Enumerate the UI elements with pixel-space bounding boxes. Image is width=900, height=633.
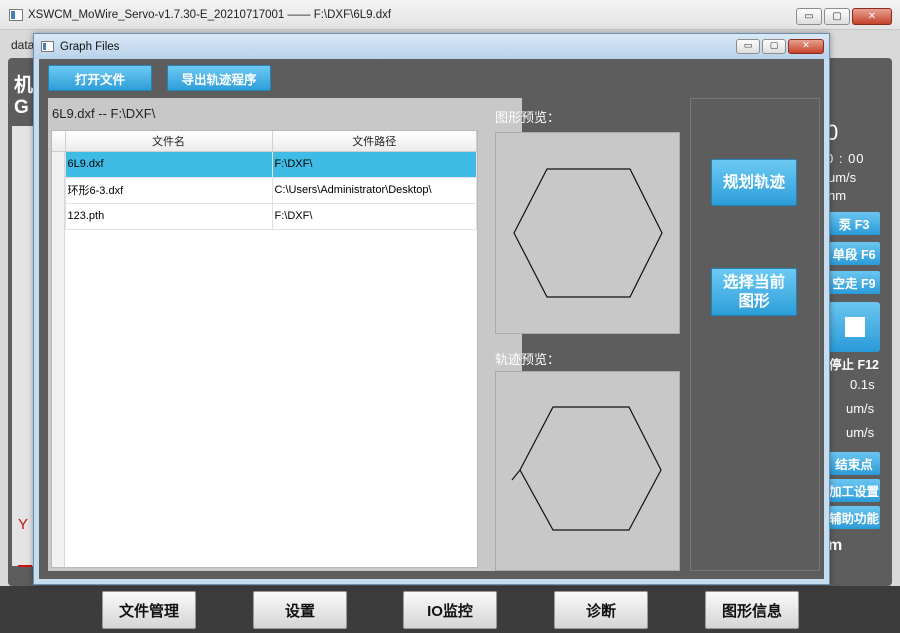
diagnostics-button[interactable]: 诊断 [554,591,648,629]
column-header-filename[interactable]: 文件名 [65,131,273,152]
close-button[interactable]: ✕ [852,8,892,25]
select-current-shape-button[interactable]: 选择当前 图形 [711,268,797,316]
plan-trajectory-button[interactable]: 规划轨迹 [711,159,797,206]
y-axis-label: Y [18,516,29,533]
stop-icon [845,317,865,337]
hexagon-trajectory-icon [511,406,662,531]
unit-label-1: um/s [828,170,857,185]
dialog-app-icon [41,41,54,52]
end-point-button[interactable]: 结束点 [828,452,880,475]
dialog-titlebar: Graph Files ▭ ▢ ✕ [34,34,829,59]
unit-label-2: nm [828,188,847,203]
select-current-shape-line2: 图形 [738,293,770,310]
select-current-shape-line1: 选择当前 [722,273,785,291]
aux-functions-button[interactable]: 辅助功能 [828,506,880,529]
red-marker-line [18,565,32,567]
table-row[interactable]: 3 123.pth F:\DXF\ [52,203,477,230]
current-file-path: 6L9.dxf -- F:\DXF\ [52,106,156,121]
dialog-body: 打开文件 导出轨迹程序 6L9.dxf -- F:\DXF\ 文件名 文件路径 [39,59,824,579]
main-window-title: XSWCM_MoWire_Servo-v1.7.30-E_20210717001… [28,9,392,21]
machining-settings-button[interactable]: 加工设置 [828,479,880,502]
file-management-button[interactable]: 文件管理 [102,591,196,629]
file-path-cell[interactable]: F:\DXF\ [272,203,477,230]
file-path-cell[interactable]: C:\Users\Administrator\Desktop\ [272,177,477,204]
app-icon [9,9,23,21]
single-step-f6-button[interactable]: 单段 F6 [828,242,880,265]
file-table: 文件名 文件路径 1 6L9.dxf F:\DXF\ 2 环形6-3.dxf [52,131,477,230]
file-list-panel: 6L9.dxf -- F:\DXF\ 文件名 文件路径 1 [48,98,522,571]
graph-files-dialog: Graph Files ▭ ▢ ✕ 打开文件 导出轨迹程序 6L9.dxf --… [33,33,830,585]
speed-unit-1: um/s [846,401,875,416]
shape-preview-label: 图形预览： [495,110,561,125]
file-name-cell[interactable]: 环形6-3.dxf [65,177,273,204]
open-file-button[interactable]: 打开文件 [48,65,152,91]
shape-preview-canvas [495,132,680,334]
trajectory-preview-canvas [495,371,680,571]
corner-header [52,131,66,152]
file-table-container[interactable]: 文件名 文件路径 1 6L9.dxf F:\DXF\ 2 环形6-3.dxf [51,130,478,568]
data-label: data [11,38,35,52]
export-trajectory-program-button[interactable]: 导出轨迹程序 [167,65,271,91]
dialog-title: Graph Files [60,41,120,53]
settings-button[interactable]: 设置 [253,591,347,629]
main-heading-2: G [14,97,29,118]
table-row[interactable]: 2 环形6-3.dxf C:\Users\Administrator\Deskt… [52,177,477,204]
file-path-cell[interactable]: F:\DXF\ [272,151,477,178]
main-titlebar: XSWCM_MoWire_Servo-v1.7.30-E_20210717001… [0,0,900,30]
file-name-cell[interactable]: 6L9.dxf [65,151,273,178]
maximize-button[interactable]: ▢ [824,8,850,25]
time-readout: 0 : 00 [826,151,865,166]
main-window-controls: ▭ ▢ ✕ [796,8,892,25]
hexagon-shape-icon [513,168,663,298]
file-name-cell[interactable]: 123.pth [65,203,273,230]
row-header-gutter [52,152,65,567]
time-value: 0.1s [850,377,875,392]
dialog-minimize-button[interactable]: ▭ [736,39,760,54]
minimize-button[interactable]: ▭ [796,8,822,25]
dialog-maximize-button[interactable]: ▢ [762,39,786,54]
main-graph-area [12,126,34,566]
table-header-row: 文件名 文件路径 [52,131,477,152]
dialog-close-button[interactable]: ✕ [788,39,824,54]
io-monitor-button[interactable]: IO监控 [403,591,497,629]
dry-run-f9-button[interactable]: 空走 F9 [828,271,880,294]
stop-f12-label: 停止 F12 [829,358,880,372]
graphic-info-button[interactable]: 图形信息 [705,591,799,629]
dialog-window-controls: ▭ ▢ ✕ [736,39,824,54]
column-header-filepath[interactable]: 文件路径 [272,131,477,152]
speed-unit-2: um/s [846,425,875,440]
pump-f3-button[interactable]: 泵 F3 [828,212,880,235]
main-heading-1: 机 [14,75,34,96]
unit-m-label: m [828,537,843,554]
trajectory-preview-label: 轨迹预览： [495,352,561,367]
table-row[interactable]: 1 6L9.dxf F:\DXF\ [52,151,477,178]
